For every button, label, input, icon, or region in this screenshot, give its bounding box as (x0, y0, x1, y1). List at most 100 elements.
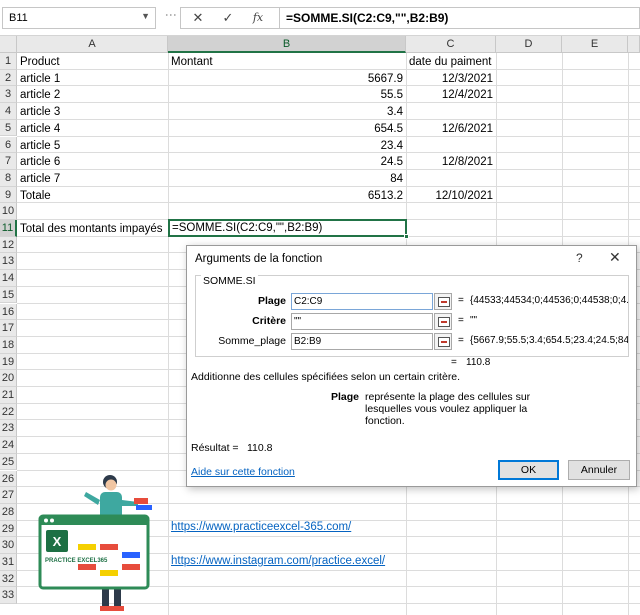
column-header-f[interactable] (628, 36, 640, 53)
chevron-down-icon[interactable]: ▼ (141, 11, 150, 21)
collapse-dialog-icon[interactable] (434, 293, 452, 310)
row-header[interactable]: 27 (0, 487, 17, 504)
cell-c3[interactable]: 12/4/2021 (406, 87, 496, 103)
column-header-e[interactable]: E (562, 36, 628, 53)
row-header[interactable]: 14 (0, 270, 17, 287)
cell-b4[interactable]: 3.4 (168, 104, 406, 120)
formula-buttons: ✕ ✓ fx (180, 7, 280, 29)
arg-label-plage: Plage (257, 295, 286, 307)
row-header[interactable]: 2 (0, 69, 17, 87)
cancel-button[interactable]: Annuler (568, 460, 630, 480)
cell-a1[interactable]: Product (17, 54, 168, 70)
cell-a2[interactable]: article 1 (17, 71, 168, 87)
cell-b2[interactable]: 5667.9 (168, 71, 406, 87)
critere-value: "" (470, 315, 478, 326)
row-header[interactable]: 17 (0, 320, 17, 337)
column-header-a[interactable]: A (17, 36, 168, 53)
fill-handle[interactable] (404, 234, 409, 239)
row-header[interactable]: 3 (0, 86, 17, 104)
collapse-dialog-icon[interactable] (434, 313, 452, 330)
help-icon[interactable]: ? (576, 251, 583, 265)
cell-a8[interactable]: article 7 (17, 171, 168, 187)
cell-b3[interactable]: 55.5 (168, 87, 406, 103)
row-header[interactable]: 33 (0, 587, 17, 605)
cell-c2[interactable]: 12/3/2021 (406, 71, 496, 87)
row-header[interactable]: 15 (0, 286, 17, 304)
row-header[interactable]: 16 (0, 303, 17, 321)
insert-function-icon[interactable]: fx (247, 10, 269, 26)
cell-c4[interactable] (406, 104, 496, 120)
row-header[interactable]: 29 (0, 520, 17, 538)
arg-label-critere: Critère (252, 315, 286, 327)
row-header[interactable]: 22 (0, 403, 17, 421)
row-header[interactable]: 5 (0, 119, 17, 137)
cell-c9[interactable]: 12/10/2021 (406, 188, 496, 204)
row-header[interactable]: 8 (0, 169, 17, 187)
somme-plage-input[interactable]: B2:B9 (291, 333, 433, 350)
row-header[interactable]: 11 (0, 220, 17, 237)
critere-input[interactable]: "" (291, 313, 433, 330)
plage-input[interactable]: C2:C9 (291, 293, 433, 310)
row-header[interactable]: 20 (0, 370, 17, 387)
cell-b8[interactable]: 84 (168, 171, 406, 187)
row-header[interactable]: 6 (0, 136, 17, 154)
cell-b6[interactable]: 23.4 (168, 138, 406, 154)
formula-input[interactable]: =SOMME.SI(C2:C9,"",B2:B9) (280, 7, 640, 29)
cell-a6[interactable]: article 5 (17, 138, 168, 154)
cell-a7[interactable]: article 6 (17, 154, 168, 170)
cell-b11-editing[interactable]: =SOMME.SI(C2:C9,"",B2:B9) (168, 219, 407, 237)
cell-c8[interactable] (406, 171, 496, 187)
cell-b7[interactable]: 24.5 (168, 154, 406, 170)
close-icon[interactable]: ✕ (609, 249, 621, 266)
row-header[interactable]: 19 (0, 353, 17, 371)
cell-c1[interactable]: date du paiment (406, 54, 496, 70)
cell-c6[interactable] (406, 138, 496, 154)
cell-a9[interactable]: Totale (17, 188, 168, 204)
cell-b1[interactable]: Montant (168, 54, 406, 70)
ok-button[interactable]: OK (498, 460, 559, 480)
name-box[interactable]: B11 ▼ (2, 7, 156, 29)
collapse-dialog-icon[interactable] (434, 333, 452, 350)
row-header[interactable]: 25 (0, 453, 17, 471)
function-arguments-dialog[interactable]: Arguments de la fonction ? ✕ SOMME.SI Pl… (186, 245, 637, 487)
row-header[interactable]: 12 (0, 236, 17, 254)
row-header[interactable]: 23 (0, 420, 17, 438)
row-header[interactable]: 30 (0, 537, 17, 554)
row-header[interactable]: 18 (0, 336, 17, 354)
cancel-icon[interactable]: ✕ (187, 10, 209, 26)
row-header[interactable]: 26 (0, 470, 17, 488)
column-header-b[interactable]: B (168, 36, 406, 53)
cell-c7[interactable]: 12/8/2021 (406, 154, 496, 170)
row-header[interactable]: 21 (0, 387, 17, 404)
enter-icon[interactable]: ✓ (217, 10, 239, 26)
cell-c5[interactable]: 12/6/2021 (406, 121, 496, 137)
cell-a5[interactable]: article 4 (17, 121, 168, 137)
row-header[interactable]: 28 (0, 503, 17, 521)
instagram-link[interactable]: https://www.instagram.com/practice.excel… (171, 553, 385, 569)
function-description: Additionne des cellules spécifiées selon… (191, 371, 461, 383)
row-header[interactable]: 9 (0, 186, 17, 204)
row-header[interactable]: 1 (0, 53, 17, 70)
row-header[interactable]: 31 (0, 554, 17, 571)
row-header[interactable]: 10 (0, 203, 17, 220)
column-header-c[interactable]: C (406, 36, 496, 53)
cell-a11[interactable]: Total des montants impayés (17, 221, 168, 237)
cell-a3[interactable]: article 2 (17, 87, 168, 103)
equals-sign: = (458, 295, 464, 306)
cell-a4[interactable]: article 3 (17, 104, 168, 120)
equals-sign: = (451, 357, 457, 368)
function-help-link[interactable]: Aide sur cette fonction (191, 466, 295, 478)
column-header-d[interactable]: D (496, 36, 562, 53)
drag-handle-icon[interactable]: ⋮ (164, 9, 178, 20)
dialog-title: Arguments de la fonction (195, 253, 323, 265)
cell-b9[interactable]: 6513.2 (168, 188, 406, 204)
row-header[interactable]: 4 (0, 103, 17, 120)
row-header[interactable]: 13 (0, 253, 17, 271)
row-header[interactable]: 24 (0, 437, 17, 454)
cell-b5[interactable]: 654.5 (168, 121, 406, 137)
formula-text: =SOMME.SI(C2:C9,"",B2:B9) (286, 11, 449, 25)
row-header[interactable]: 32 (0, 570, 17, 588)
select-all-corner[interactable] (0, 36, 17, 53)
website-link[interactable]: https://www.practiceexcel-365.com/ (171, 519, 351, 535)
row-header[interactable]: 7 (0, 153, 17, 170)
